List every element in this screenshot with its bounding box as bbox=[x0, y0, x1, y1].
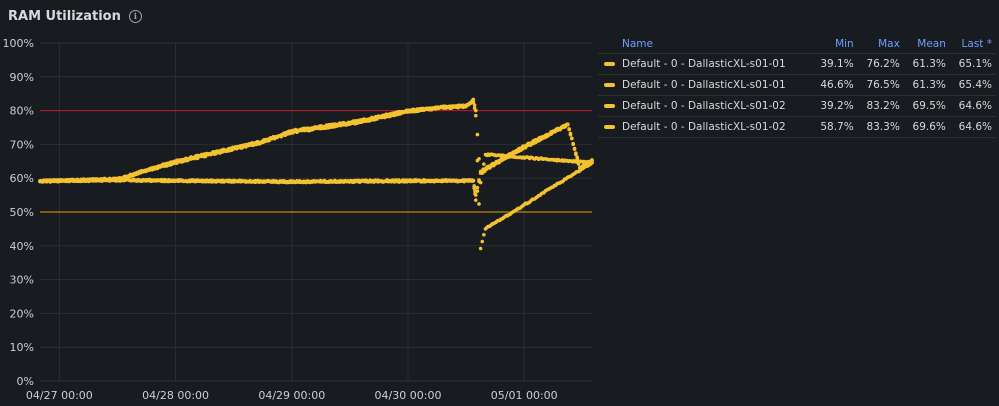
legend-row[interactable]: Default - 0 - DallasticXL-s01-01 39.1% 7… bbox=[598, 53, 996, 75]
series-swatch bbox=[604, 62, 615, 66]
data-point bbox=[572, 147, 577, 151]
x-tick-label: 05/01 00:00 bbox=[491, 389, 558, 402]
legend-max: 76.5% bbox=[857, 74, 904, 96]
y-tick-label: 70% bbox=[10, 138, 34, 151]
series-2 bbox=[38, 100, 594, 251]
data-point bbox=[473, 192, 477, 196]
data-point bbox=[473, 198, 478, 202]
series-1 bbox=[38, 122, 594, 202]
data-point bbox=[570, 136, 574, 141]
legend-mean: 61.3% bbox=[903, 74, 950, 96]
x-tick-label: 04/29 00:00 bbox=[258, 389, 325, 402]
legend-series-name: Default - 0 - DallasticXL-s01-02 bbox=[622, 121, 786, 133]
legend-header-last[interactable]: Last * bbox=[950, 36, 996, 54]
series-swatch bbox=[604, 104, 615, 108]
legend-max: 83.3% bbox=[857, 116, 904, 138]
x-tick-label: 04/30 00:00 bbox=[375, 389, 442, 402]
y-tick-label: 50% bbox=[10, 206, 34, 219]
legend-mean: 61.3% bbox=[903, 53, 950, 75]
data-point bbox=[568, 132, 573, 137]
legend-header-max[interactable]: Max bbox=[858, 36, 904, 54]
data-point bbox=[475, 185, 480, 190]
y-tick-label: 20% bbox=[10, 307, 34, 320]
legend-min: 46.6% bbox=[811, 74, 858, 96]
legend-header-mean[interactable]: Mean bbox=[904, 36, 950, 54]
series-swatch bbox=[604, 125, 615, 129]
legend-series-name: Default - 0 - DallasticXL-s01-01 bbox=[622, 79, 786, 91]
data-point bbox=[480, 239, 485, 244]
y-tick-label: 30% bbox=[10, 274, 34, 287]
legend-header-min[interactable]: Min bbox=[812, 36, 858, 54]
data-point bbox=[472, 103, 477, 107]
data-point bbox=[480, 171, 485, 175]
legend-min: 39.2% bbox=[811, 95, 858, 117]
x-tick-label: 04/27 00:00 bbox=[26, 389, 93, 402]
legend-min: 39.1% bbox=[811, 53, 858, 75]
legend-series-name: Default - 0 - DallasticXL-s01-01 bbox=[622, 58, 786, 70]
data-point bbox=[478, 246, 483, 251]
data-point bbox=[478, 180, 483, 185]
data-point bbox=[590, 160, 594, 165]
legend-table: Name Min Max Mean Last * Default - 0 - D… bbox=[598, 36, 996, 138]
data-point bbox=[471, 179, 476, 183]
legend-mean: 69.5% bbox=[903, 95, 950, 117]
data-point bbox=[571, 141, 575, 146]
y-tick-label: 100% bbox=[3, 37, 34, 50]
legend-series-name: Default - 0 - DallasticXL-s01-02 bbox=[622, 100, 786, 112]
legend-row[interactable]: Default - 0 - DallasticXL-s01-02 58.7% 8… bbox=[598, 116, 996, 138]
legend-max: 83.2% bbox=[857, 95, 904, 117]
legend-max: 76.2% bbox=[857, 53, 904, 75]
x-tick-label: 04/28 00:00 bbox=[142, 389, 209, 402]
y-tick-label: 0% bbox=[17, 375, 34, 388]
legend-last: 65.4% bbox=[949, 74, 996, 96]
data-point bbox=[482, 162, 486, 166]
data-point bbox=[575, 155, 580, 160]
data-point bbox=[471, 97, 476, 102]
series-0 bbox=[38, 122, 594, 197]
y-tick-label: 60% bbox=[10, 172, 34, 185]
data-point bbox=[477, 156, 481, 161]
data-point bbox=[473, 108, 478, 113]
legend-row[interactable]: Default - 0 - DallasticXL-s01-02 39.2% 8… bbox=[598, 95, 996, 117]
legend-last: 64.6% bbox=[949, 95, 996, 117]
data-point bbox=[482, 232, 486, 237]
data-point bbox=[475, 189, 480, 193]
data-point bbox=[473, 113, 478, 118]
y-tick-label: 80% bbox=[10, 105, 34, 118]
y-tick-label: 90% bbox=[10, 71, 34, 84]
series-swatch bbox=[604, 83, 615, 87]
data-point bbox=[477, 202, 481, 206]
legend-mean: 69.6% bbox=[903, 116, 950, 138]
data-point bbox=[567, 127, 571, 131]
legend-last: 64.6% bbox=[949, 116, 996, 138]
ram-utilization-chart[interactable]: 0% 10% 20% 30% 40% 50% 60% 70% 80% 90% 100% 04/27 0… bbox=[0, 0, 596, 406]
data-point bbox=[472, 186, 476, 190]
y-tick-label: 40% bbox=[10, 240, 34, 253]
data-point bbox=[475, 132, 480, 137]
legend-header-name[interactable]: Name bbox=[598, 36, 812, 54]
legend-min: 58.7% bbox=[811, 116, 858, 138]
y-tick-label: 10% bbox=[10, 341, 34, 354]
legend-row[interactable]: Default - 0 - DallasticXL-s01-01 46.6% 7… bbox=[598, 74, 996, 96]
legend-last: 65.1% bbox=[949, 53, 996, 75]
data-point bbox=[565, 122, 570, 127]
data-point bbox=[574, 151, 578, 155]
